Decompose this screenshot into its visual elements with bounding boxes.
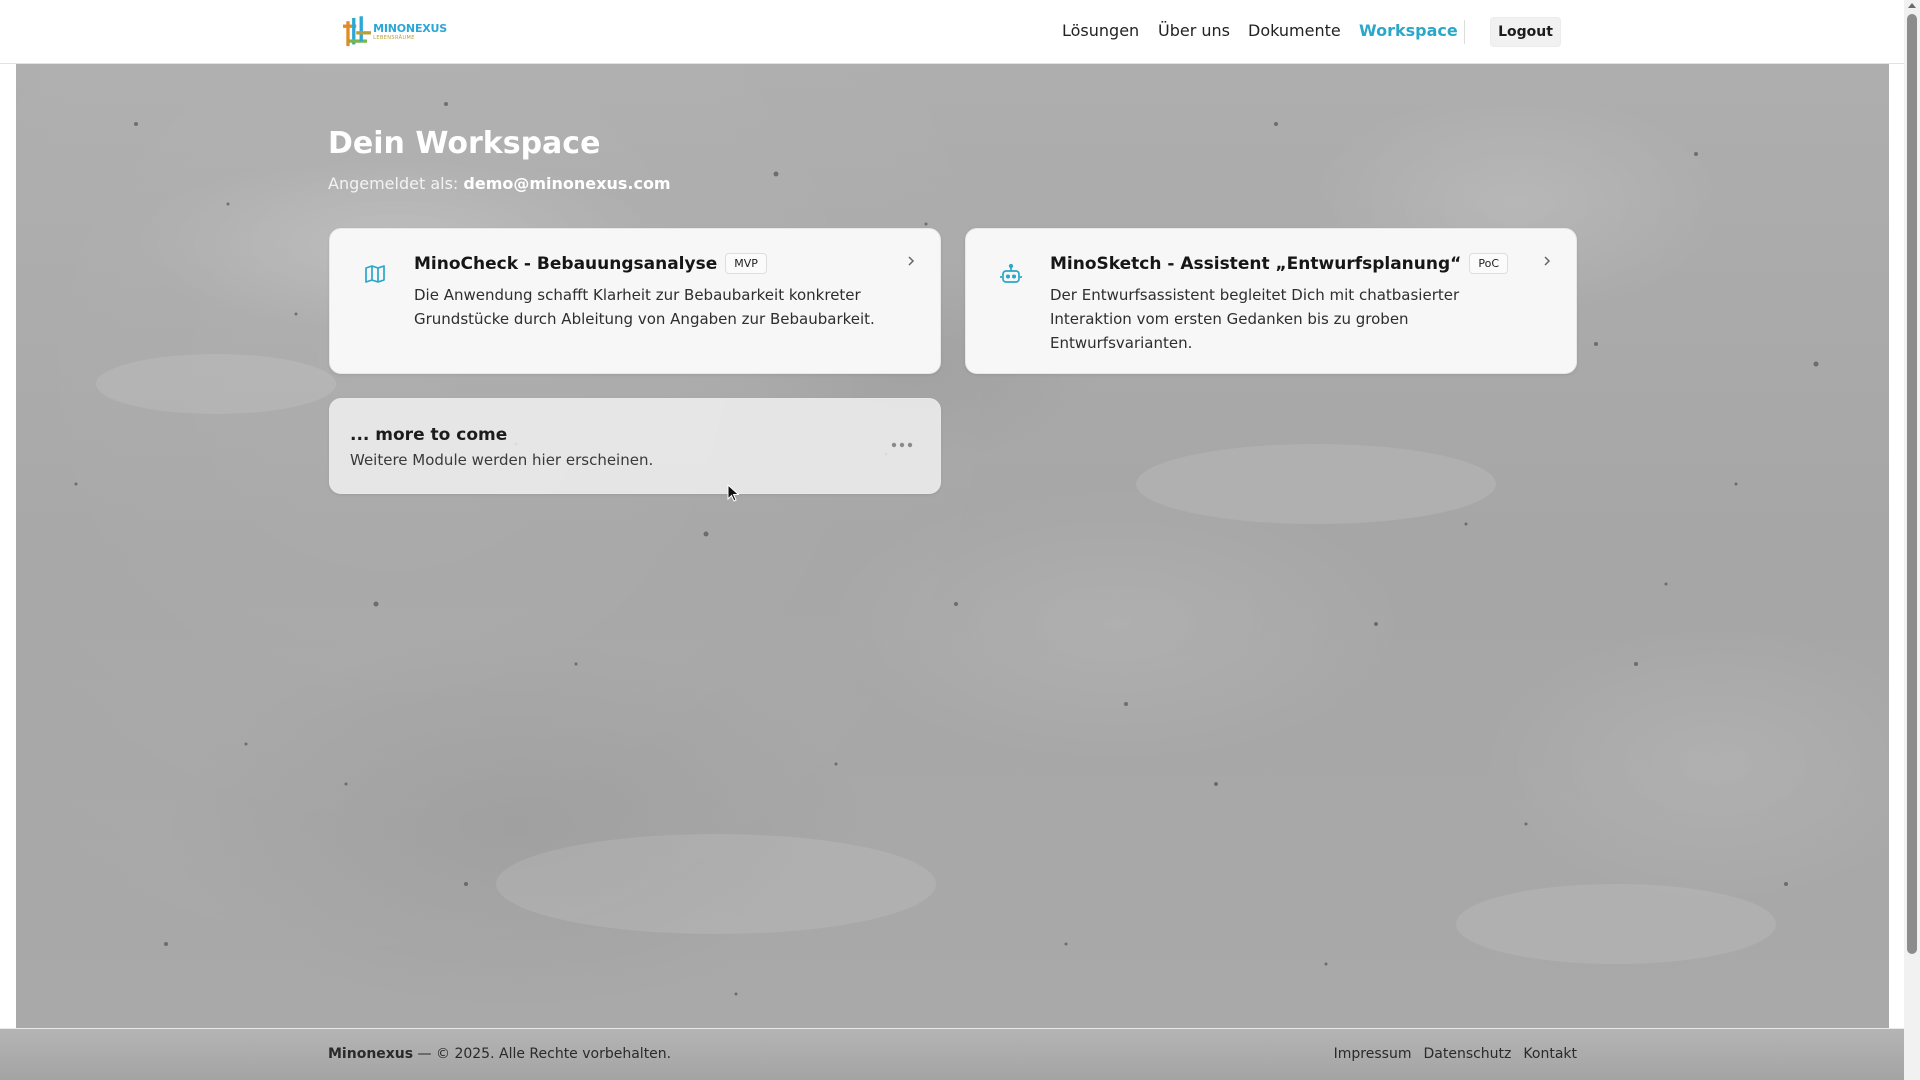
nav-item-loesungen[interactable]: Lösungen [1062,21,1139,40]
more-dots-icon [891,442,913,448]
footer-link-impressum[interactable]: Impressum [1334,1046,1412,1062]
scroll-up-arrow-icon[interactable] [1908,3,1916,8]
module-title-text: MinoSketch - Assistent „Entwurfsplanung“ [1050,253,1462,274]
more-title: ... more to come [350,425,508,445]
copyright: Minonexus — © 2025. Alle Rechte vorbehal… [328,1046,671,1062]
mouse-cursor-icon [727,484,739,502]
chevron-right-icon [908,256,915,266]
module-title: MinoCheck - Bebauungsanalyse MVP [414,253,767,274]
footer-link-datenschutz[interactable]: Datenschutz [1423,1046,1511,1062]
module-card-minocheck[interactable]: MinoCheck - Bebauungsanalyse MVP Die Anw… [329,228,941,374]
nav-divider [1464,20,1465,44]
module-description: Die Anwendung schafft Klarheit zur Bebau… [414,286,875,328]
more-description: Weitere Module werden hier erscheinen. [350,451,654,469]
logout-button[interactable]: Logout [1490,17,1561,47]
status-badge: MVP [725,253,767,274]
logged-in-info: Angemeldet als: demo@minonexus.com [328,174,671,193]
module-title: MinoSketch - Assistent „Entwurfsplanung“… [1050,253,1508,274]
footer-copyright: — © 2025. Alle Rechte vorbehalten. [413,1046,672,1062]
page-scrollbar[interactable] [1904,0,1920,1080]
chevron-right-icon [1544,256,1551,266]
site-header: MINONEXUS LEBENSRÄUME Lösungen Über uns … [0,0,1904,64]
concrete-background [16,64,1889,1028]
status-badge: PoC [1469,253,1508,274]
concrete-texture [74,102,1819,996]
module-card-more-to-come: ... more to come Weitere Module werden h… [329,398,941,494]
logged-in-label: Angemeldet als: [328,174,459,193]
page-title: Dein Workspace [328,126,601,161]
scroll-thumb[interactable] [1907,14,1917,954]
user-email: demo@minonexus.com [463,174,671,193]
robot-icon [1000,263,1022,283]
nav-item-dokumente[interactable]: Dokumente [1248,21,1341,40]
nav-item-workspace[interactable]: Workspace [1359,21,1458,40]
footer-link-kontakt[interactable]: Kontakt [1523,1046,1577,1062]
map-icon [365,265,385,283]
site-footer: Minonexus — © 2025. Alle Rechte vorbehal… [0,1028,1904,1080]
module-description: Der Entwurfsassistent begleitet Dich mit… [1050,286,1460,352]
footer-brand: Minonexus [328,1046,414,1062]
main-nav: Lösungen Über uns Dokumente Workspace Lo… [0,0,1904,64]
module-title-text: MinoCheck - Bebauungsanalyse [414,253,718,274]
footer-links: Impressum Datenschutz Kontakt [1334,1046,1577,1062]
nav-item-ueber-uns[interactable]: Über uns [1158,21,1230,40]
module-card-minosketch[interactable]: MinoSketch - Assistent „Entwurfsplanung“… [965,228,1577,374]
